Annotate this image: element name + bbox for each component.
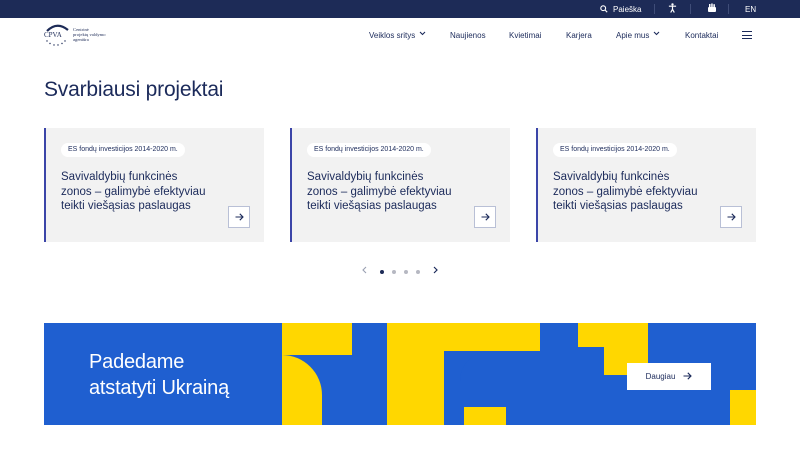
card-title: Savivaldybių funkcinės zonos – galimybė … (553, 171, 698, 213)
more-button-label: Daugiau (645, 372, 676, 381)
logo[interactable]: CPVA Centrinė projektų valdymo agentūra (44, 22, 106, 46)
search-label: Paieška (613, 4, 642, 14)
nav-item-label: Veiklos sritys (369, 30, 416, 40)
banner-shape (730, 390, 756, 425)
search-button[interactable]: Paieška (600, 0, 641, 18)
arrow-right-icon (727, 208, 736, 226)
ukraine-banner: Padedame atstatyti Ukrainą Daugiau (44, 323, 756, 425)
carousel-dot[interactable] (392, 270, 396, 274)
chevron-right-icon[interactable] (433, 266, 438, 278)
banner-shape (578, 323, 648, 347)
arrow-right-icon (235, 208, 244, 226)
hamburger-menu-icon[interactable] (742, 31, 752, 42)
nav-item-kontaktai[interactable]: Kontaktai (685, 18, 718, 52)
logo-text: Centrinė projektų valdymo agentūra (73, 27, 106, 42)
chevron-down-icon (653, 31, 660, 38)
banner-shape (444, 323, 540, 351)
carousel-pager (360, 266, 444, 278)
banner-shape (464, 407, 506, 425)
carousel-dot[interactable] (416, 270, 420, 274)
card-title: Savivaldybių funkcinės zonos – galimybė … (307, 171, 452, 213)
project-card[interactable]: ES fondų investicijos 2014-2020 m. Saviv… (44, 128, 264, 242)
banner-shape (387, 323, 444, 425)
more-button[interactable]: Daugiau (627, 363, 711, 390)
nav-item-label: Kontaktai (685, 30, 719, 40)
arrow-right-icon (683, 371, 693, 382)
project-card[interactable]: ES fondų investicijos 2014-2020 m. Saviv… (536, 128, 756, 242)
language-switch[interactable]: EN (745, 0, 756, 18)
category-tag: ES fondų investicijos 2014-2020 m. (61, 143, 185, 157)
category-tag: ES fondų investicijos 2014-2020 m. (553, 143, 677, 157)
arrow-right-icon (481, 208, 490, 226)
card-title: Savivaldybių funkcinės zonos – galimybė … (61, 171, 206, 213)
accessibility-button[interactable] (668, 0, 677, 18)
logo-mark: CPVA (44, 22, 70, 46)
logo-line: projektų valdymo (73, 31, 106, 37)
card-arrow-button[interactable] (228, 206, 250, 228)
page-title: Svarbiausi projektai (44, 78, 224, 101)
sign-language-button[interactable] (707, 0, 717, 18)
project-card[interactable]: ES fondų investicijos 2014-2020 m. Saviv… (290, 128, 510, 242)
category-tag: ES fondų investicijos 2014-2020 m. (307, 143, 431, 157)
nav-item-label: Naujienos (450, 30, 486, 40)
divider (690, 4, 691, 14)
card-arrow-button[interactable] (474, 206, 496, 228)
banner-shape (282, 323, 352, 355)
divider (654, 4, 655, 14)
logo-abbr: CPVA (44, 31, 62, 39)
chevron-down-icon (419, 31, 426, 38)
top-bar: Paieška EN (0, 0, 800, 18)
nav-item-apie-mus[interactable]: Apie mus (616, 18, 660, 52)
banner-heading-line: Padedame (89, 351, 185, 373)
banner-heading-line: atstatyti Ukrainą (89, 377, 229, 399)
accessibility-icon (668, 3, 677, 15)
chevron-left-icon[interactable] (362, 266, 367, 278)
logo-line: agentūra (73, 36, 89, 42)
divider (728, 4, 729, 14)
card-arrow-button[interactable] (720, 206, 742, 228)
nav-item-label: Kvietimai (509, 30, 542, 40)
nav-item-veiklos-sritys[interactable]: Veiklos sritys (369, 18, 426, 52)
nav-item-label: Apie mus (616, 30, 650, 40)
banner-shape (282, 355, 322, 425)
carousel-dot[interactable] (380, 270, 384, 274)
nav-item-kvietimai[interactable]: Kvietimai (509, 18, 541, 52)
banner-heading: Padedame atstatyti Ukrainą (89, 349, 229, 401)
search-icon (600, 5, 608, 13)
nav-item-karjera[interactable]: Karjera (566, 18, 592, 52)
nav-item-naujienos[interactable]: Naujienos (450, 18, 486, 52)
nav-item-label: Karjera (566, 30, 592, 40)
sign-language-icon (707, 3, 717, 15)
carousel-dot[interactable] (404, 270, 408, 274)
main-header: CPVA Centrinė projektų valdymo agentūra … (0, 18, 800, 52)
